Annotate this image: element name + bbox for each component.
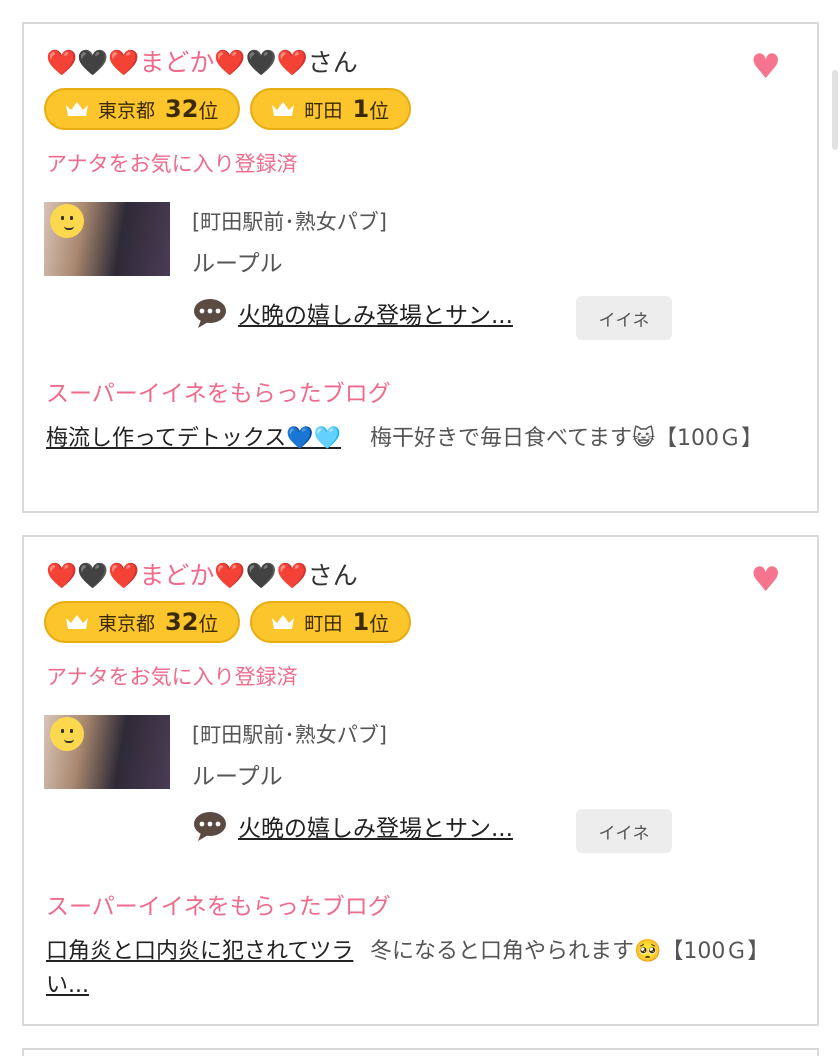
smiley-sticker-icon: [50, 717, 84, 751]
name-honorific: さん: [307, 48, 358, 77]
cast-thumbnail[interactable]: [44, 715, 170, 789]
chat-bubble-icon: [194, 299, 226, 328]
latest-blog: 火晩の嬉しみ登場とサン...: [192, 296, 513, 330]
cast-card: ❤️🖤❤️まどか❤️🖤❤️さん ♥ 東京都 32 位 町田 1 位 アナタをお気…: [22, 22, 819, 513]
name-prefix-emoji: ❤️🖤❤️: [46, 48, 140, 77]
name-suffix-emoji: ❤️🖤❤️: [214, 561, 308, 590]
heart-icon[interactable]: ♥: [751, 563, 781, 597]
favorite-status: アナタをお気に入り登録済: [46, 152, 298, 176]
smiley-sticker-icon: [50, 204, 84, 238]
shop-category: [町田駅前･熟女パブ]: [192, 210, 387, 234]
blog-title-link[interactable]: 火晩の嬉しみ登場とサン...: [238, 809, 513, 843]
cast-name[interactable]: ❤️🖤❤️まどか❤️🖤❤️さん: [46, 46, 358, 80]
like-button[interactable]: イイネ: [576, 809, 672, 853]
rank-suffix: 位: [198, 98, 219, 123]
heart-icon[interactable]: ♥: [751, 50, 781, 84]
scrollbar[interactable]: [832, 70, 838, 150]
rank-area-label: 東京都: [98, 99, 156, 122]
cast-card: ❤️🖤❤️まどか❤️🖤❤️さん ♥ 東京都 32 位 町田 1 位 アナタをお気…: [22, 535, 819, 1026]
crown-icon: [272, 102, 295, 116]
cast-thumbnail[interactable]: [44, 202, 170, 276]
shop-name: ループル: [192, 251, 283, 277]
rank-number: 1: [352, 95, 370, 123]
like-button[interactable]: イイネ: [576, 296, 672, 340]
page: ❤️🖤❤️まどか❤️🖤❤️さん ♥ 東京都 32 位 町田 1 位 アナタをお気…: [0, 0, 840, 1056]
name-suffix-emoji: ❤️🖤❤️: [214, 48, 308, 77]
favorite-status: アナタをお気に入り登録済: [46, 665, 298, 689]
rank-number: 32: [165, 95, 199, 123]
name-text: まどか: [139, 48, 215, 77]
rank-suffix: 位: [369, 98, 390, 123]
name-honorific: さん: [307, 561, 358, 590]
rank-area-label: 町田: [304, 99, 343, 122]
rank-badge-tokyo[interactable]: 東京都 32 位: [44, 601, 241, 643]
latest-blog: 火晩の嬉しみ登場とサン...: [192, 809, 513, 843]
super-like-heading: スーパーイイネをもらったブログ: [46, 381, 391, 407]
rank-area-label: 東京都: [98, 612, 156, 635]
rank-number: 1: [352, 608, 370, 636]
crown-icon: [272, 615, 295, 629]
shop-name: ループル: [192, 764, 283, 790]
super-blog-description: 冬になると口角やられます🥺【100Ｇ】: [370, 939, 770, 964]
rank-badge-machida[interactable]: 町田 1 位: [250, 601, 412, 643]
cast-card: [22, 1048, 819, 1056]
super-blog-description: 梅干好きで毎日食べてます😺【100Ｇ】: [370, 426, 763, 451]
rank-suffix: 位: [198, 611, 219, 636]
rank-badges: 東京都 32 位 町田 1 位: [44, 88, 412, 130]
shop-category: [町田駅前･熟女パブ]: [192, 723, 387, 747]
name-text: まどか: [139, 561, 215, 590]
blog-title-link[interactable]: 火晩の嬉しみ登場とサン...: [238, 296, 513, 330]
rank-badges: 東京都 32 位 町田 1 位: [44, 601, 412, 643]
rank-suffix: 位: [369, 611, 390, 636]
super-blog-title-link[interactable]: 梅流し作ってデトックス💙🩵: [46, 422, 364, 456]
rank-number: 32: [165, 608, 199, 636]
rank-badge-machida[interactable]: 町田 1 位: [250, 88, 412, 130]
super-like-heading: スーパーイイネをもらったブログ: [46, 894, 391, 920]
name-prefix-emoji: ❤️🖤❤️: [46, 561, 140, 590]
crown-icon: [66, 102, 88, 116]
rank-badge-tokyo[interactable]: 東京都 32 位: [44, 88, 241, 130]
crown-icon: [66, 615, 88, 629]
rank-area-label: 町田: [304, 612, 343, 635]
chat-bubble-icon: [194, 812, 226, 841]
super-blog-title-link[interactable]: 口角炎と口内炎に犯されてツラい...: [46, 935, 364, 1003]
cast-name[interactable]: ❤️🖤❤️まどか❤️🖤❤️さん: [46, 559, 358, 593]
